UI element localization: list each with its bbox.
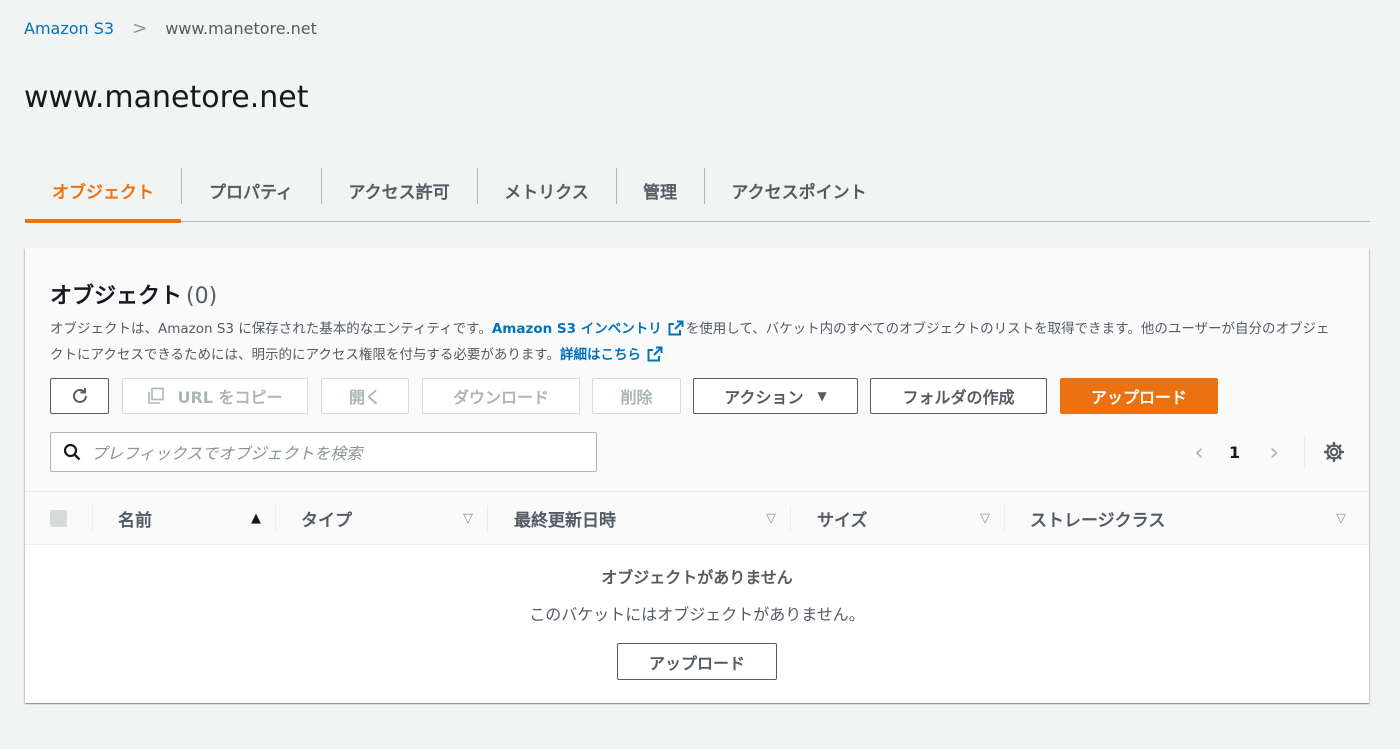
column-divider [92, 506, 93, 532]
gear-icon[interactable] [1323, 441, 1345, 463]
page-title: www.manetore.net [24, 80, 309, 115]
download-button[interactable]: ダウンロード [422, 378, 580, 414]
tab-properties[interactable]: プロパティ [181, 160, 321, 221]
search-icon [63, 443, 81, 461]
column-type-header[interactable]: タイプ ▽ [301, 492, 487, 545]
description-text-1: オブジェクトは、Amazon S3 に保存された基本的なエンティティです。 [50, 321, 492, 337]
upload-button[interactable]: アップロード [1060, 378, 1218, 414]
breadcrumb: Amazon S3 > www.manetore.net [24, 18, 317, 39]
chevron-left-icon[interactable]: ‹ [1187, 438, 1211, 466]
delete-button[interactable]: 削除 [592, 378, 681, 414]
external-link-icon [647, 346, 663, 362]
sort-ascending-icon: ▲ [251, 511, 261, 526]
tab-bar: オブジェクト プロパティ アクセス許可 メトリクス 管理 アクセスポイント [25, 160, 1370, 223]
copy-icon [148, 387, 165, 404]
tab-objects[interactable]: オブジェクト [25, 160, 181, 223]
sort-icon: ▽ [1336, 511, 1346, 526]
pager-divider [1304, 435, 1306, 469]
objects-heading-text: オブジェクト [50, 284, 183, 309]
sort-icon: ▽ [980, 511, 990, 526]
actions-label: アクション [724, 388, 804, 407]
sort-icon: ▽ [766, 511, 776, 526]
column-divider [275, 506, 276, 532]
column-size-header[interactable]: サイズ ▽ [817, 492, 1004, 545]
column-size-label: サイズ [817, 511, 868, 531]
sort-icon: ▽ [463, 511, 473, 526]
column-divider [487, 506, 488, 532]
details-link[interactable]: 詳細はこちら [560, 346, 665, 363]
chevron-right-icon[interactable]: › [1262, 438, 1286, 466]
objects-panel: オブジェクト (0) オブジェクトは、Amazon S3 に保存された基本的なエン… [25, 248, 1369, 703]
empty-state-description: このバケットにはオブジェクトがありません。 [529, 605, 865, 624]
current-page[interactable]: 1 [1229, 443, 1240, 462]
caret-down-icon: ▼ [817, 389, 827, 403]
breadcrumb-amazon-s3-link[interactable]: Amazon S3 [24, 19, 114, 38]
tab-access-points[interactable]: アクセスポイント [704, 160, 894, 221]
column-divider [1004, 506, 1005, 532]
column-last-modified-header[interactable]: 最終更新日時 ▽ [514, 492, 790, 545]
objects-heading: オブジェクト (0) [50, 278, 217, 310]
inventory-link-text: Amazon S3 インベントリ [491, 321, 662, 337]
pagination: ‹ 1 › [1187, 432, 1345, 472]
copy-url-button[interactable]: URL をコピー [122, 378, 308, 414]
tab-metrics[interactable]: メトリクス [477, 160, 616, 221]
column-name-header[interactable]: 名前 ▲ [118, 492, 275, 545]
external-link-icon [668, 320, 684, 336]
empty-state-upload-button[interactable]: アップロード [617, 643, 777, 680]
select-all-checkbox[interactable] [50, 510, 67, 527]
column-divider [790, 506, 791, 532]
chevron-right-icon: > [132, 18, 148, 39]
actions-dropdown-button[interactable]: アクション ▼ [693, 378, 858, 414]
objects-count: (0) [186, 284, 218, 309]
copy-url-label: URL をコピー [177, 388, 283, 407]
create-folder-button[interactable]: フォルダの作成 [870, 378, 1047, 414]
tab-management[interactable]: 管理 [616, 160, 704, 221]
tab-permissions[interactable]: アクセス許可 [321, 160, 477, 221]
column-last-modified-label: 最終更新日時 [514, 511, 616, 531]
search-input[interactable]: プレフィックスでオブジェクトを検索 [50, 432, 597, 472]
empty-state-title: オブジェクトがありません [601, 568, 793, 587]
breadcrumb-current: www.manetore.net [165, 19, 317, 38]
details-link-text: 詳細はこちら [560, 347, 642, 363]
column-storage-class-header[interactable]: ストレージクラス ▽ [1030, 492, 1360, 545]
inventory-link[interactable]: Amazon S3 インベントリ [491, 320, 686, 337]
refresh-button[interactable] [50, 378, 109, 414]
column-storage-class-label: ストレージクラス [1030, 511, 1166, 531]
column-type-label: タイプ [301, 511, 352, 531]
refresh-icon [72, 388, 87, 403]
open-button[interactable]: 開く [321, 378, 409, 414]
search-placeholder: プレフィックスでオブジェクトを検索 [91, 444, 363, 463]
objects-description: オブジェクトは、Amazon S3 に保存された基本的なエンティティです。Ama… [50, 316, 1340, 368]
column-name-label: 名前 [118, 511, 152, 531]
